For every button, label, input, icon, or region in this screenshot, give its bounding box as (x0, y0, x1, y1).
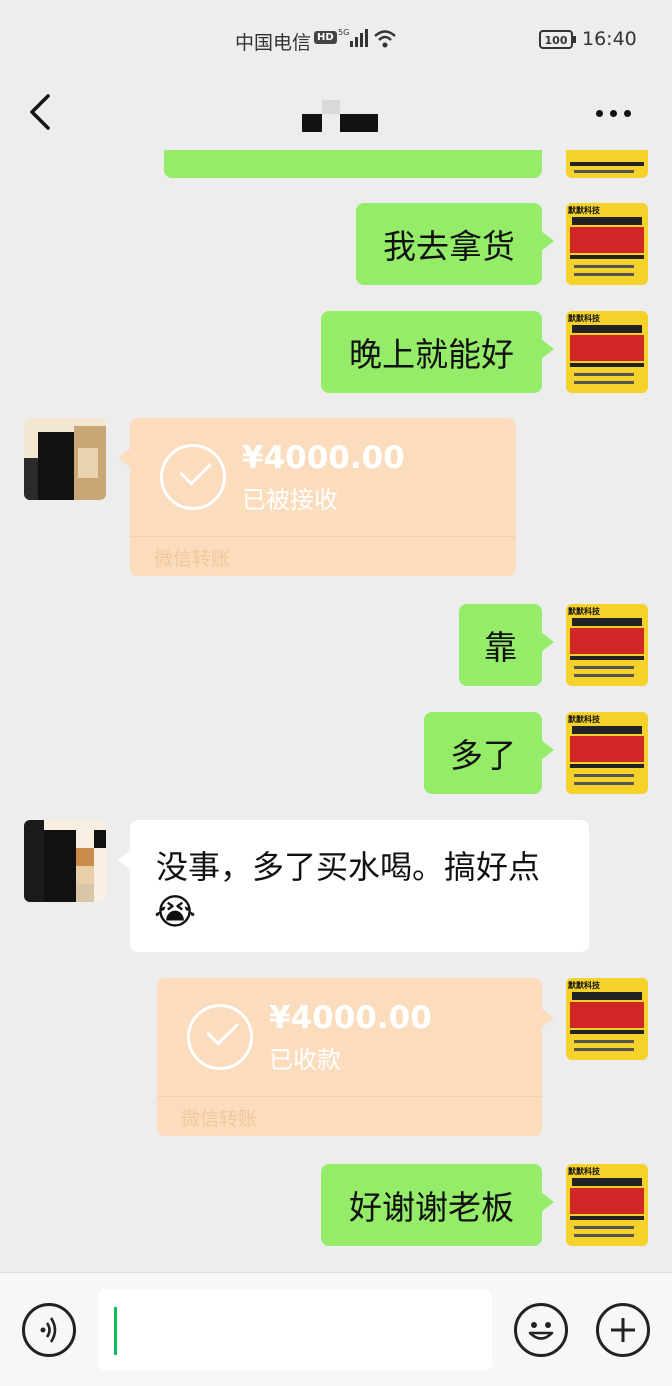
message-input[interactable] (98, 1289, 492, 1371)
plus-icon[interactable] (596, 1303, 650, 1357)
avatar-logo-text: 默默科技 (568, 981, 600, 990)
message-bubble[interactable]: 我去拿货 (356, 203, 554, 285)
my-avatar[interactable]: 默默科技 (566, 203, 648, 285)
message-text: 多了 (450, 736, 516, 775)
my-avatar[interactable]: 默默科技 (566, 712, 648, 794)
transfer-status: 已收款 (269, 1046, 341, 1074)
transfer-status: 已被接收 (242, 486, 338, 514)
clock: 16:40 (582, 28, 637, 50)
wifi-icon (374, 30, 396, 48)
text-cursor (114, 1307, 117, 1355)
message-text: 晚上就能好 (349, 335, 514, 374)
message-text: 我去拿货 (383, 227, 515, 266)
message-text: 靠 (484, 628, 517, 667)
chevron-left-icon[interactable] (24, 92, 60, 132)
transfer-amount: ¥4000.00 (269, 1000, 432, 1036)
message-bubble[interactable]: 好谢谢老板 (321, 1164, 554, 1246)
message-bubble[interactable]: 晚上就能好 (321, 311, 554, 393)
crying-face-emoji: 😭 (154, 892, 197, 933)
hd-badge: HD (314, 31, 337, 44)
transfer-divider (130, 536, 516, 537)
more-dots-icon[interactable] (590, 104, 638, 124)
check-circle-icon (187, 1004, 253, 1070)
message-bubble[interactable]: 多了 (424, 712, 554, 794)
transfer-footer: 微信转账 (181, 1108, 258, 1130)
avatar-logo-text: 默默科技 (568, 206, 600, 215)
input-bar (0, 1272, 672, 1386)
chat-title-redacted (300, 100, 380, 132)
status-bar: 中国电信 HD 5G 100 16:40 (0, 0, 672, 80)
signal-icon: 5G (338, 28, 368, 47)
transfer-divider (157, 1096, 542, 1097)
transfer-footer: 微信转账 (154, 548, 231, 570)
network-type: 5G (338, 28, 349, 37)
battery-level: 100 (545, 34, 568, 47)
avatar-logo-text: 默默科技 (568, 1167, 600, 1176)
my-avatar[interactable]: 默默科技 (566, 311, 648, 393)
contact-avatar[interactable] (24, 418, 106, 500)
message-bubble[interactable]: 靠 (459, 604, 554, 686)
avatar-logo-text: 默默科技 (568, 715, 600, 724)
voice-icon[interactable] (22, 1303, 76, 1357)
avatar-logo-text: 默默科技 (568, 607, 600, 616)
avatar-logo-text: 默默科技 (568, 314, 600, 323)
message-bubble-partial[interactable] (164, 150, 542, 178)
battery-icon: 100 (539, 30, 576, 49)
my-avatar[interactable]: 默默科技 (566, 604, 648, 686)
contact-avatar[interactable] (24, 820, 106, 902)
transfer-card[interactable]: ¥4000.00 已收款 微信转账 (157, 978, 554, 1136)
my-avatar[interactable]: 默默科技 (566, 978, 648, 1060)
check-circle-icon (160, 444, 226, 510)
my-avatar[interactable] (566, 150, 648, 178)
message-text: 没事，多了买水喝。搞好点 (156, 848, 541, 886)
transfer-amount: ¥4000.00 (242, 440, 405, 476)
message-bubble[interactable]: 没事，多了买水喝。搞好点 😭 (118, 820, 589, 952)
message-text: 好谢谢老板 (349, 1188, 514, 1227)
smiley-icon[interactable] (514, 1303, 568, 1357)
carrier-name: 中国电信 (235, 32, 312, 54)
transfer-card[interactable]: ¥4000.00 已被接收 微信转账 (118, 418, 516, 576)
my-avatar[interactable]: 默默科技 (566, 1164, 648, 1246)
